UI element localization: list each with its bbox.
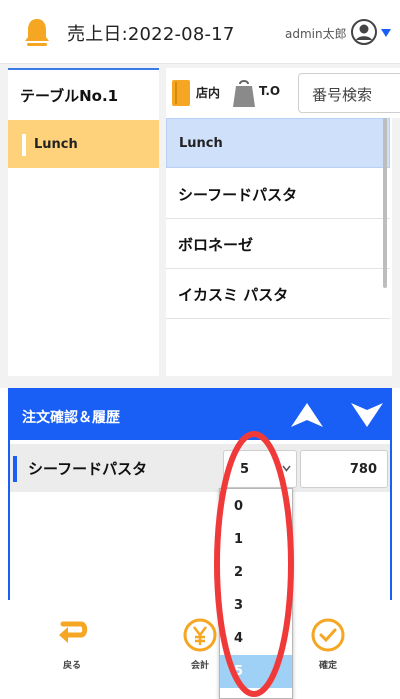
quantity-option[interactable]: 0 [220, 490, 292, 523]
bell-icon[interactable] [22, 16, 52, 50]
check-circle-icon [311, 618, 345, 652]
quantity-option[interactable]: 2 [220, 556, 292, 589]
divider [0, 376, 400, 388]
quantity-option[interactable]: 4 [220, 622, 292, 655]
scroll-down-icon[interactable] [349, 399, 385, 431]
quantity-option[interactable]: 1 [220, 523, 292, 556]
menu-item[interactable]: シーフードパスタ [166, 169, 390, 219]
category-list: Lunch [8, 118, 159, 376]
quantity-select[interactable]: 5 [223, 450, 297, 488]
menu-scrollbar[interactable] [383, 118, 387, 288]
menu-category-label: Lunch [179, 136, 223, 151]
sales-date: 売上日:2022-08-17 [67, 24, 235, 45]
order-list: シーフードパスタ 5 780 [8, 440, 392, 600]
menu-item[interactable]: ボロネーゼ [166, 219, 390, 269]
order-item-name: シーフードパスタ [28, 460, 148, 478]
confirm-button[interactable]: 確定 [298, 618, 358, 678]
back-label: 戻る [62, 661, 81, 671]
mode-bar: 店内 T.O 番号検索 [166, 68, 400, 118]
chevron-down-icon [282, 465, 291, 472]
order-panel-title: 注文確認＆履歴 [22, 410, 120, 426]
quantity-value: 5 [240, 462, 250, 477]
user-name[interactable]: admin太郎 [285, 25, 347, 42]
return-arrow-icon [59, 621, 88, 643]
takeout-label[interactable]: T.O [259, 84, 280, 98]
dine-in-label[interactable]: 店内 [196, 84, 220, 101]
menu-category-header: Lunch [166, 118, 390, 168]
menu-list: Lunch シーフードパスタ ボロネーゼ イカスミ パスタ [166, 118, 392, 376]
selection-marker [22, 134, 26, 156]
menu-item[interactable]: イカスミ パスタ [166, 269, 390, 319]
price-field: 780 [300, 450, 388, 488]
menu-item-label: ボロネーゼ [178, 236, 254, 254]
takeout-bag-icon[interactable] [232, 78, 256, 108]
number-search-button[interactable]: 番号検索 [298, 73, 400, 113]
quantity-option[interactable]: 3 [220, 589, 292, 622]
menu-item-label: シーフードパスタ [178, 186, 298, 204]
divider [392, 118, 400, 376]
divider [159, 68, 166, 376]
category-label: Lunch [34, 137, 78, 152]
order-row[interactable]: シーフードパスタ 5 780 [10, 444, 390, 492]
app-header: 売上日:2022-08-17 admin太郎 [0, 0, 400, 64]
quantity-dropdown: 0 1 2 3 4 5 [219, 488, 293, 699]
category-item-lunch[interactable]: Lunch [8, 120, 159, 168]
price-value: 780 [349, 462, 377, 477]
bottom-toolbar: 戻る 会計 確定 [0, 600, 400, 699]
confirm-label: 確定 [318, 661, 337, 671]
back-button[interactable]: 戻る [42, 618, 102, 678]
dine-in-icon[interactable] [171, 79, 191, 107]
row-marker [13, 456, 17, 482]
user-avatar-icon[interactable] [351, 19, 377, 45]
tab-table-number-label: テーブルNo.1 [20, 87, 119, 105]
yen-coin-icon [183, 618, 217, 652]
number-search-label: 番号検索 [312, 86, 373, 104]
menu-item-label: イカスミ パスタ [178, 286, 289, 304]
tab-table-number[interactable]: テーブルNo.1 [8, 68, 159, 118]
quantity-option-selected[interactable]: 5 [220, 655, 292, 688]
divider [0, 64, 8, 376]
order-panel-header: 注文確認＆履歴 [8, 388, 392, 440]
chevron-down-icon[interactable] [381, 29, 391, 37]
scroll-up-icon[interactable] [289, 399, 325, 431]
